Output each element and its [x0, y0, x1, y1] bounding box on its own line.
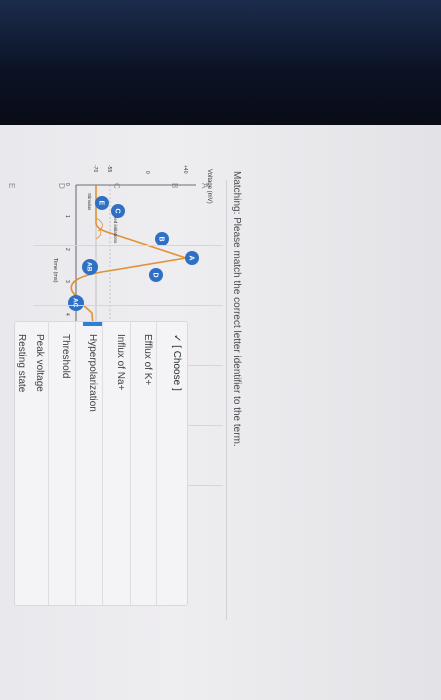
- column-divider: [33, 245, 223, 246]
- svg-text:AB: AB: [86, 262, 93, 272]
- question-prompt: Matching: Please match the correct lette…: [231, 171, 242, 447]
- x-tick-label: 2: [64, 248, 70, 251]
- dropdown-selected[interactable]: ✓ [ Choose ]: [171, 334, 182, 391]
- x-tick-label: 3: [64, 280, 70, 283]
- letter-label-b: B: [170, 183, 179, 189]
- marker-b: B: [155, 232, 169, 246]
- dropdown-option[interactable]: Resting state: [16, 334, 27, 392]
- y-tick-label: -55: [106, 165, 112, 172]
- marker-c: C: [111, 204, 125, 218]
- svg-text:E: E: [98, 201, 105, 206]
- x-axis-label: Time (ms): [52, 258, 58, 283]
- dropdown-option[interactable]: Influx of Na+: [115, 334, 126, 390]
- letter-label-e: E: [7, 183, 16, 189]
- dropdown-separator: [75, 322, 76, 605]
- marker-a: A: [185, 251, 199, 265]
- svg-text:C: C: [114, 209, 121, 214]
- monitor-bezel: [0, 0, 441, 125]
- y-tick-label: +40: [182, 165, 188, 174]
- dropdown-separator: [48, 322, 49, 605]
- dropdown-option[interactable]: Peak voltage: [34, 334, 45, 392]
- quiz-content: Voltage (mV) +40 0 -55 -70 0 1 2 3 4 5 T…: [0, 125, 441, 700]
- failed-initiation-trace: [95, 217, 103, 240]
- option-highlight: [83, 322, 103, 326]
- svg-text:D: D: [152, 273, 159, 278]
- marker-d: D: [149, 268, 163, 282]
- x-tick-label: 4: [64, 313, 70, 316]
- marker-e: E: [95, 196, 109, 210]
- dropdown-separator: [156, 322, 157, 605]
- dropdown-option[interactable]: Hyperpolarization: [87, 334, 98, 412]
- letter-label-a: A: [200, 183, 209, 189]
- letter-label-c: C: [112, 183, 121, 189]
- dropdown-separator: [102, 322, 103, 605]
- letter-label-d: D: [57, 183, 66, 189]
- svg-text:AC: AC: [72, 298, 79, 308]
- dropdown-separator: [130, 322, 131, 605]
- answer-dropdown[interactable]: ✓ [ Choose ] Efflux of K+ Influx of Na+ …: [14, 321, 188, 606]
- marker-ab: AB: [82, 259, 98, 275]
- y-tick-label: 0: [144, 171, 150, 174]
- svg-text:A: A: [188, 256, 195, 261]
- marker-ac: AC: [68, 295, 84, 311]
- table-divider: [226, 180, 227, 620]
- dropdown-option[interactable]: Threshold: [60, 334, 71, 378]
- x-tick-label: 1: [64, 215, 70, 218]
- column-divider: [33, 305, 223, 306]
- dropdown-option[interactable]: Efflux of K+: [142, 334, 153, 385]
- svg-text:B: B: [158, 237, 165, 242]
- y-tick-label: -70: [92, 165, 98, 172]
- annotation-stimulus: Stimulus: [87, 193, 92, 211]
